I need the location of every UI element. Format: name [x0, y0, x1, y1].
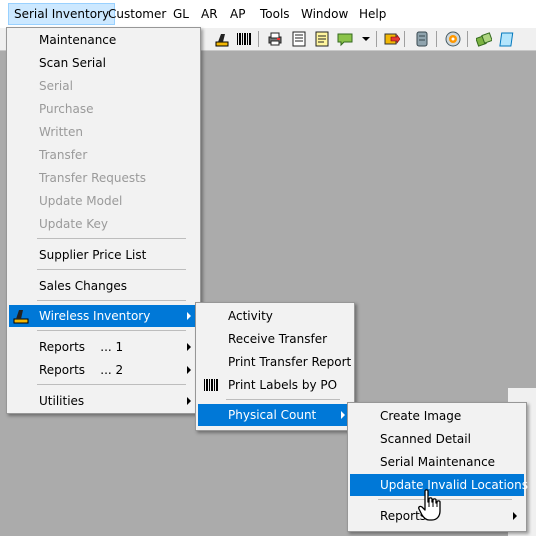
menu-help[interactable]: Help	[354, 4, 391, 24]
toolbar-separator	[404, 31, 405, 47]
disc-icon[interactable]	[445, 31, 461, 47]
menu-item-supplier-price-list[interactable]: Supplier Price List	[9, 244, 198, 266]
menu-separator	[226, 399, 340, 400]
menu-item-update-key: Update Key	[39, 217, 109, 231]
cards-icon[interactable]	[476, 31, 492, 47]
menu-item-maintenance[interactable]: Maintenance	[9, 29, 198, 51]
menu-item-sales-changes[interactable]: Sales Changes	[9, 275, 198, 297]
menu-separator	[37, 300, 186, 301]
menu-bar: Serial Inventory Customer GL AR AP Tools…	[0, 0, 536, 29]
scanner-icon[interactable]	[214, 31, 230, 47]
submenu-arrow-icon	[187, 343, 191, 351]
menu-separator	[37, 238, 186, 239]
menu-separator	[37, 269, 186, 270]
toolbar-separator	[436, 31, 437, 47]
menu-window[interactable]: Window	[296, 4, 353, 24]
menu-item-transfer: Transfer	[39, 148, 88, 162]
toolbar-separator	[467, 31, 468, 47]
menu-ar[interactable]: AR	[196, 4, 223, 24]
menu-item-label: Physical Count	[228, 408, 317, 422]
document-icon[interactable]	[291, 31, 307, 47]
menu-item-print-labels-by-po[interactable]: Print Labels by PO	[198, 374, 352, 396]
menu-tools[interactable]: Tools	[255, 4, 295, 24]
barcode-icon	[204, 379, 218, 391]
menu-item-reports-2[interactable]: Reports ... 2	[9, 359, 198, 381]
menu-separator	[37, 384, 186, 385]
menu-ap[interactable]: AP	[225, 4, 250, 24]
menu-separator	[37, 330, 186, 331]
submenu-arrow-icon	[513, 512, 517, 520]
menu-item-reports-1[interactable]: Reports ... 1	[9, 336, 198, 358]
menu-item-label: Print Labels by PO	[228, 378, 338, 392]
serial-inventory-menu: Maintenance Scan Serial Serial Purchase …	[6, 27, 201, 414]
menu-item-transfer-requests: Transfer Requests	[39, 171, 147, 185]
submenu-arrow-icon	[187, 397, 191, 405]
menu-item-utilities[interactable]: Utilities	[9, 390, 198, 412]
printer-icon[interactable]	[267, 31, 283, 47]
submenu-arrow-icon	[187, 366, 191, 374]
menu-item-update-model: Update Model	[39, 194, 123, 208]
menu-item-serial: Serial	[39, 79, 73, 93]
note-icon[interactable]	[314, 31, 330, 47]
submenu-arrow-icon	[341, 411, 345, 419]
menu-item-scanned-detail[interactable]: Scanned Detail	[350, 428, 524, 450]
scanner-icon	[13, 310, 29, 324]
menu-gl[interactable]: GL	[168, 4, 194, 24]
menu-item-label: Reports ... 2	[39, 363, 124, 377]
barcode-icon[interactable]	[236, 31, 252, 47]
menu-item-physical-count[interactable]: Physical Count	[198, 404, 352, 426]
menu-item-wireless-inventory[interactable]: Wireless Inventory	[9, 305, 198, 327]
menu-item-label: Wireless Inventory	[39, 309, 151, 323]
menu-item-label: Reports ... 1	[39, 340, 124, 354]
comment-icon[interactable]	[337, 31, 353, 47]
dropdown-arrow-icon[interactable]	[358, 31, 374, 47]
toolbar-separator	[376, 31, 377, 47]
menu-customer[interactable]: Customer	[103, 4, 171, 24]
menu-serial-inventory[interactable]: Serial Inventory	[8, 3, 116, 25]
menu-item-serial-maintenance[interactable]: Serial Maintenance	[350, 451, 524, 473]
transfer-icon[interactable]	[384, 31, 400, 47]
notepad-icon[interactable]	[499, 31, 515, 47]
submenu-arrow-icon	[187, 312, 191, 320]
menu-item-written: Written	[39, 125, 83, 139]
hand-pointer-icon	[418, 489, 441, 521]
menu-item-scan-serial[interactable]: Scan Serial	[9, 52, 198, 74]
menu-item-print-transfer-report[interactable]: Print Transfer Report	[198, 351, 352, 373]
menu-separator	[378, 499, 512, 500]
menu-item-label: Utilities	[39, 394, 85, 408]
menu-item-receive-transfer[interactable]: Receive Transfer	[198, 328, 352, 350]
database-icon[interactable]	[414, 31, 430, 47]
menu-item-create-image[interactable]: Create Image	[350, 405, 524, 427]
toolbar-separator	[258, 31, 259, 47]
menu-item-purchase: Purchase	[39, 102, 94, 116]
menu-item-activity[interactable]: Activity	[198, 305, 352, 327]
wireless-inventory-submenu: Activity Receive Transfer Print Transfer…	[195, 302, 355, 431]
